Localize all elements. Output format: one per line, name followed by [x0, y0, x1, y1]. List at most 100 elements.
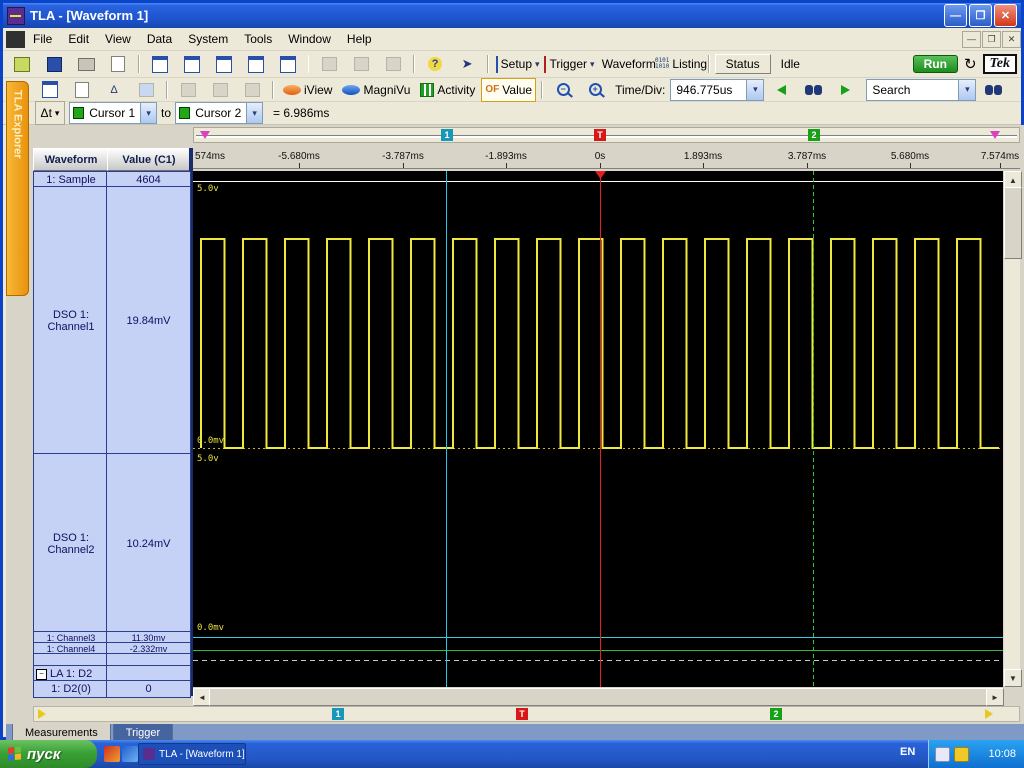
cut-button[interactable] — [314, 52, 344, 76]
listing-window-button[interactable] — [209, 52, 239, 76]
cursor2-combobox[interactable]: Cursor 2 ▾ — [175, 102, 263, 124]
taskbar-clock[interactable]: 10:08 — [988, 748, 1024, 760]
taskbar-task-button[interactable]: TLA - [Waveform 1] — [138, 743, 246, 765]
horizontal-scroll-thumb[interactable] — [209, 688, 990, 706]
prev-button[interactable] — [766, 78, 796, 102]
menu-data[interactable]: Data — [139, 29, 180, 49]
paste-button-2[interactable] — [237, 78, 267, 102]
properties-button[interactable] — [131, 78, 161, 102]
quick-launch-icon-1[interactable] — [104, 746, 120, 762]
minimize-button[interactable]: — — [944, 4, 967, 27]
title-bar[interactable]: TLA - [Waveform 1] — ❐ ✕ — [3, 3, 1021, 28]
chevron-down-icon[interactable]: ▾ — [246, 103, 262, 123]
row-label-channel1[interactable]: DSO 1: Channel1 — [33, 186, 109, 456]
end-marker-icon[interactable] — [985, 709, 993, 719]
cut-button-2[interactable] — [173, 78, 203, 102]
waveform-window-icon — [184, 56, 200, 73]
restore-button[interactable]: ❐ — [969, 4, 992, 27]
quick-launch-icon-2[interactable] — [122, 746, 138, 762]
activity-button[interactable]: Activity — [416, 78, 479, 102]
column-header-value[interactable]: Value (C1) — [107, 148, 191, 171]
menu-view[interactable]: View — [97, 29, 139, 49]
delta-measure-button[interactable]: Δ — [99, 78, 129, 102]
time-ruler[interactable]: 574ms -5.680ms -3.787ms -1.893ms 0s 1.89… — [193, 148, 1020, 169]
overview-ruler[interactable]: 1 T 2 — [193, 127, 1020, 143]
chevron-down-icon[interactable]: ▾ — [958, 80, 975, 100]
menu-tools[interactable]: Tools — [236, 29, 280, 49]
mdi-close-button[interactable]: ✕ — [1002, 31, 1021, 48]
setup-window-button[interactable] — [145, 52, 175, 76]
cursor1-combobox[interactable]: Cursor 1 ▾ — [69, 102, 157, 124]
mdi-child-icon[interactable] — [6, 31, 25, 48]
magnivu-button[interactable]: MagniVu — [338, 78, 414, 102]
find-button[interactable] — [798, 78, 828, 102]
search-go-button[interactable] — [978, 78, 1008, 102]
setup-dropdown-button[interactable]: Setup ▾ — [494, 52, 542, 76]
zoom-out-button[interactable]: − — [548, 78, 578, 102]
scroll-right-icon[interactable]: ► — [986, 688, 1004, 706]
menu-window[interactable]: Window — [280, 29, 339, 49]
start-button[interactable]: пуск — [0, 740, 97, 768]
cursor1-bottom-marker[interactable]: 1 — [332, 708, 344, 720]
source-window-button[interactable] — [241, 52, 271, 76]
timediv-combobox[interactable]: 946.775us ▾ — [670, 79, 764, 101]
waveform-window-button[interactable] — [177, 52, 207, 76]
bottom-marker-bar[interactable]: 1 T 2 — [33, 706, 1020, 722]
trigger-dropdown-button[interactable]: Trigger ▾ — [543, 52, 595, 76]
tray-display-icon[interactable] — [935, 747, 950, 762]
add-listing-button[interactable] — [67, 78, 97, 102]
chevron-down-icon[interactable]: ▾ — [140, 103, 156, 123]
close-button[interactable]: ✕ — [994, 4, 1017, 27]
repetitive-run-icon[interactable]: ↻ — [960, 55, 981, 73]
paste-button[interactable] — [378, 52, 408, 76]
page-setup-button[interactable] — [103, 52, 133, 76]
mark-end-marker[interactable] — [990, 131, 1000, 139]
copy-button-2[interactable] — [205, 78, 235, 102]
waveform-canvas[interactable]: 5.0v 0.0mv 5.0v 0.0mv — [193, 171, 1003, 687]
copy-button[interactable] — [346, 52, 376, 76]
trigger-marker[interactable]: T — [594, 129, 606, 141]
status-button[interactable]: Status — [715, 54, 771, 74]
row-label-channel2[interactable]: DSO 1: Channel2 — [33, 453, 109, 634]
scroll-down-icon[interactable]: ▼ — [1004, 669, 1022, 687]
histogram-window-button[interactable] — [273, 52, 303, 76]
print-button[interactable] — [71, 52, 101, 76]
menu-system[interactable]: System — [180, 29, 236, 49]
page-icon — [111, 56, 125, 72]
tray-vga-icon[interactable] — [954, 747, 969, 762]
menu-help[interactable]: Help — [339, 29, 380, 49]
run-button[interactable]: Run — [913, 55, 958, 73]
value-toggle-button[interactable]: OF Value — [481, 78, 536, 102]
add-waveform-button[interactable] — [35, 78, 65, 102]
vertical-scrollbar[interactable]: ▲ ▼ — [1004, 171, 1020, 687]
chevron-down-icon[interactable]: ▾ — [746, 80, 763, 100]
cursor1-marker[interactable]: 1 — [441, 129, 453, 141]
waveform-button[interactable]: Waveform — [597, 52, 657, 76]
zoom-in-button[interactable]: + — [580, 78, 610, 102]
column-header-waveform[interactable]: Waveform — [33, 148, 109, 171]
search-combobox[interactable]: Search ▾ — [866, 79, 976, 101]
delta-time-dropdown[interactable]: Δt ▾ — [35, 101, 65, 125]
mdi-restore-button[interactable]: ❐ — [982, 31, 1001, 48]
menu-file[interactable]: File — [25, 29, 60, 49]
load-system-button[interactable] — [7, 52, 37, 76]
cursor2-bottom-marker[interactable]: 2 — [770, 708, 782, 720]
next-button[interactable] — [830, 78, 860, 102]
listing-button[interactable]: 0101 1010 Listing — [659, 52, 703, 76]
menu-edit[interactable]: Edit — [60, 29, 97, 49]
mdi-minimize-button[interactable]: — — [962, 31, 981, 48]
collapse-icon[interactable]: − — [36, 669, 47, 680]
language-indicator[interactable]: EN — [900, 746, 915, 758]
trigger-bottom-marker[interactable]: T — [516, 708, 528, 720]
tla-explorer-tab[interactable]: TLA Explorer — [6, 81, 29, 296]
context-help-button[interactable]: ➤ — [452, 52, 482, 76]
help-button[interactable]: ? — [420, 52, 450, 76]
horizontal-scrollbar[interactable]: ◄ ► — [193, 688, 1004, 704]
row-label-d2-0[interactable]: 1: D2(0) — [33, 680, 109, 698]
cursor2-marker[interactable]: 2 — [808, 129, 820, 141]
mark-begin-marker[interactable] — [200, 131, 210, 139]
save-button[interactable] — [39, 52, 69, 76]
vertical-scroll-thumb[interactable] — [1004, 187, 1022, 259]
begin-marker-icon[interactable] — [38, 709, 46, 719]
iview-button[interactable]: iView — [279, 78, 336, 102]
